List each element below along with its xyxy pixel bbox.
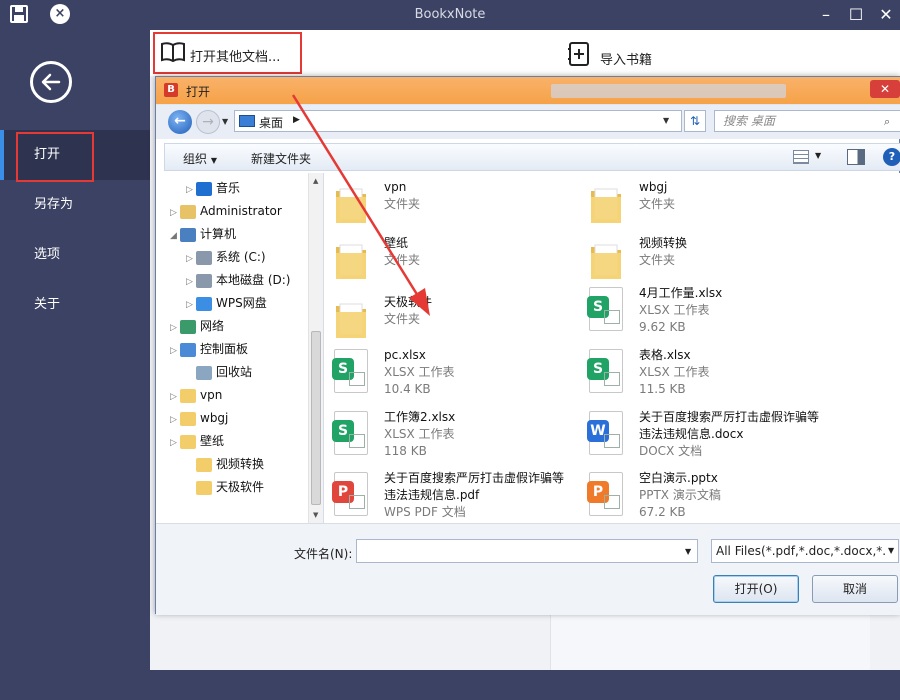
- annotation-arrow: [291, 94, 430, 316]
